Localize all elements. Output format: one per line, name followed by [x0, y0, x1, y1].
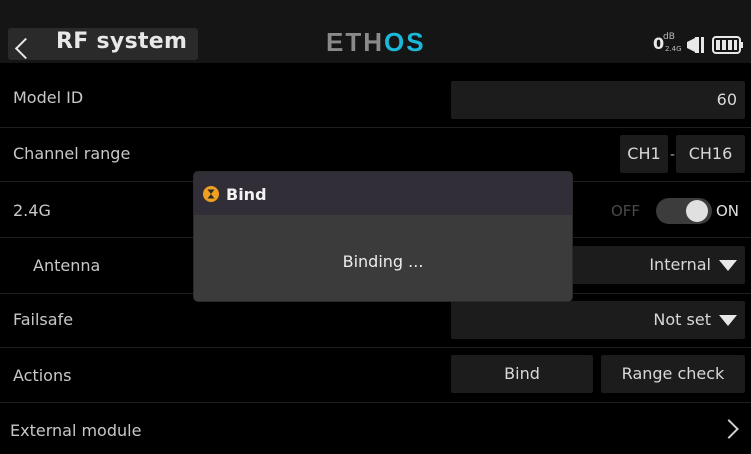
toggle-knob — [686, 200, 708, 222]
channel-range-from[interactable]: CH1 — [620, 135, 668, 173]
channel-range-to[interactable]: CH16 — [676, 135, 745, 173]
channel-range-separator: - — [670, 147, 676, 163]
toggle-off-label: OFF — [611, 202, 641, 220]
antenna-value: Internal — [649, 255, 711, 274]
brand-suffix: OS — [384, 27, 426, 57]
speaker-icon[interactable] — [686, 36, 706, 54]
row-actions: Actions Bind Range check — [0, 347, 751, 403]
channel-range-label: Channel range — [13, 144, 131, 163]
dialog-message: Binding ... — [342, 252, 424, 271]
model-id-field[interactable]: 60 — [451, 81, 745, 119]
battery-icon — [712, 36, 743, 54]
hourglass-icon — [203, 186, 219, 202]
failsafe-label: Failsafe — [13, 310, 74, 329]
rssi-unit: dB — [663, 32, 675, 42]
range-check-button[interactable]: Range check — [601, 355, 745, 393]
row-failsafe: Failsafe Not set — [0, 293, 751, 348]
brand-logo: ETHOS — [326, 27, 426, 58]
bind-dialog: Bind Binding ... — [194, 172, 572, 301]
chevron-down-icon — [719, 315, 737, 326]
dialog-title: Bind — [226, 185, 267, 204]
row-model-id: Model ID 60 — [0, 74, 751, 128]
failsafe-select[interactable]: Not set — [451, 301, 745, 339]
top-bar: RF system ETHOS 0 dB 2.4G — [0, 0, 751, 63]
toggle-on-label: ON — [716, 202, 740, 220]
dialog-title-bar: Bind — [194, 172, 572, 215]
status-area: 0 dB 2.4G — [620, 28, 750, 62]
row-external-module[interactable]: External module — [0, 402, 751, 454]
rssi-band: 2.4G — [665, 45, 682, 53]
page-title: RF system — [56, 29, 188, 54]
band-2-4g-label: 2.4G — [13, 201, 51, 220]
model-id-label: Model ID — [13, 88, 84, 107]
brand-prefix: ETH — [326, 27, 384, 57]
actions-label: Actions — [13, 366, 72, 385]
band-2-4g-toggle[interactable] — [656, 198, 712, 224]
failsafe-value: Not set — [653, 310, 711, 329]
bind-button[interactable]: Bind — [451, 355, 593, 393]
antenna-label: Antenna — [33, 256, 101, 275]
external-module-label: External module — [10, 421, 142, 440]
chevron-down-icon — [719, 260, 737, 271]
